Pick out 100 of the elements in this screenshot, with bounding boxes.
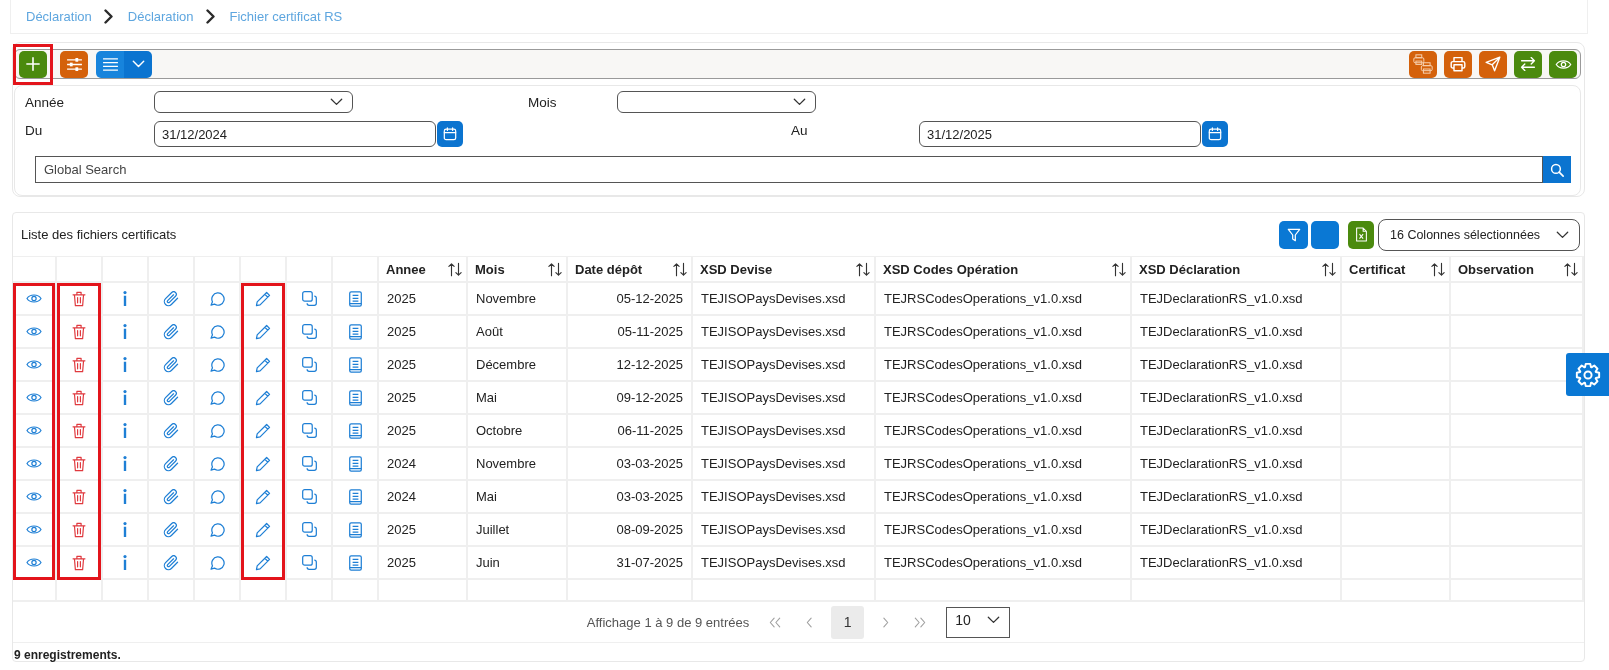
copy-icon[interactable]	[301, 555, 317, 570]
speech-bubble-icon[interactable]	[209, 423, 225, 438]
info-icon[interactable]	[123, 456, 127, 471]
speech-bubble-icon[interactable]	[209, 555, 225, 570]
sort-icon[interactable]	[673, 261, 687, 277]
pencil-icon[interactable]	[255, 356, 271, 373]
trash-icon[interactable]	[72, 488, 86, 505]
paperclip-icon[interactable]	[163, 422, 179, 439]
paperclip-icon[interactable]	[163, 290, 179, 307]
filter-button[interactable]	[1279, 220, 1308, 249]
eye-icon[interactable]	[26, 293, 42, 304]
sort-icon[interactable]	[448, 261, 462, 277]
date-input[interactable]: 31/12/2024	[154, 121, 436, 147]
copy-icon[interactable]	[301, 390, 317, 405]
sort-icon[interactable]	[1322, 261, 1336, 277]
speech-bubble-icon[interactable]	[209, 489, 225, 504]
document-icon[interactable]	[348, 356, 362, 373]
swap-button[interactable]	[1514, 50, 1542, 78]
column-header[interactable]: XSD Codes Opération	[883, 261, 1019, 277]
calendar-button[interactable]	[1202, 121, 1228, 147]
document-icon[interactable]	[348, 521, 362, 538]
pencil-icon[interactable]	[255, 323, 271, 340]
sort-icon[interactable]	[1564, 261, 1578, 277]
date-input[interactable]: 31/12/2025	[919, 121, 1201, 147]
column-header[interactable]: Certificat	[1349, 261, 1406, 277]
document-icon[interactable]	[348, 290, 362, 307]
eye-icon[interactable]	[26, 425, 42, 436]
search-field[interactable]: Global Search	[35, 156, 1543, 183]
trash-icon[interactable]	[72, 323, 86, 340]
speech-bubble-icon[interactable]	[209, 522, 225, 537]
copy-icon[interactable]	[301, 456, 317, 471]
info-icon[interactable]	[123, 555, 127, 570]
preview-button[interactable]	[1549, 50, 1577, 78]
sort-icon[interactable]	[548, 261, 562, 277]
speech-bubble-icon[interactable]	[209, 291, 225, 306]
year-select[interactable]	[154, 91, 353, 113]
document-icon[interactable]	[348, 389, 362, 406]
column-header[interactable]: Observation	[1458, 261, 1534, 277]
copy-icon[interactable]	[301, 324, 317, 339]
sort-icon[interactable]	[1112, 261, 1126, 277]
eye-icon[interactable]	[26, 491, 42, 502]
paperclip-icon[interactable]	[163, 521, 179, 538]
excel-button[interactable]	[1348, 220, 1374, 249]
info-icon[interactable]	[123, 291, 127, 306]
info-icon[interactable]	[123, 423, 127, 438]
column-header[interactable]: Annee	[386, 261, 426, 277]
column-header[interactable]: Date dépôt	[575, 261, 643, 277]
settings-button[interactable]	[1566, 353, 1609, 396]
add-button[interactable]	[19, 50, 47, 78]
sort-icon[interactable]	[1431, 261, 1445, 277]
print-button[interactable]	[1444, 50, 1472, 78]
send-button[interactable]	[1479, 50, 1507, 78]
pencil-icon[interactable]	[255, 290, 271, 307]
document-icon[interactable]	[348, 554, 362, 571]
pencil-icon[interactable]	[255, 554, 271, 571]
paperclip-icon[interactable]	[163, 554, 179, 571]
info-icon[interactable]	[123, 489, 127, 504]
column-select[interactable]: 16 Colonnes sélectionnées	[1378, 218, 1580, 251]
trash-icon[interactable]	[72, 290, 86, 307]
eye-icon[interactable]	[26, 557, 42, 568]
paperclip-icon[interactable]	[163, 389, 179, 406]
month-select[interactable]	[617, 91, 816, 113]
speech-bubble-icon[interactable]	[209, 456, 225, 471]
pencil-icon[interactable]	[255, 455, 271, 472]
info-icon[interactable]	[123, 390, 127, 405]
pencil-icon[interactable]	[255, 521, 271, 538]
document-icon[interactable]	[348, 323, 362, 340]
sort-icon[interactable]	[856, 261, 870, 277]
copy-icon[interactable]	[301, 423, 317, 438]
trash-icon[interactable]	[72, 521, 86, 538]
trash-icon[interactable]	[72, 389, 86, 406]
empty-button[interactable]	[1311, 220, 1339, 249]
pencil-icon[interactable]	[255, 389, 271, 406]
print-all-button[interactable]	[1409, 50, 1437, 78]
trash-icon[interactable]	[72, 455, 86, 472]
speech-bubble-icon[interactable]	[209, 390, 225, 405]
info-icon[interactable]	[123, 357, 127, 372]
copy-icon[interactable]	[301, 522, 317, 537]
copy-icon[interactable]	[301, 291, 317, 306]
page-size-select[interactable]: 10	[946, 606, 1011, 638]
info-icon[interactable]	[123, 324, 127, 339]
column-header[interactable]: XSD Devise	[700, 261, 773, 277]
copy-icon[interactable]	[301, 357, 317, 372]
pencil-icon[interactable]	[255, 422, 271, 439]
trash-icon[interactable]	[72, 422, 86, 439]
eye-icon[interactable]	[26, 326, 42, 337]
column-header[interactable]: XSD Déclaration	[1139, 261, 1241, 277]
eye-icon[interactable]	[26, 458, 42, 469]
column-header[interactable]: Mois	[475, 261, 505, 277]
paperclip-icon[interactable]	[163, 488, 179, 505]
document-icon[interactable]	[348, 455, 362, 472]
calendar-button[interactable]	[437, 121, 463, 147]
document-icon[interactable]	[348, 422, 362, 439]
search-button[interactable]	[1543, 156, 1571, 183]
dropdown-button[interactable]	[124, 50, 152, 78]
settings-button[interactable]	[60, 50, 88, 78]
copy-icon[interactable]	[301, 489, 317, 504]
list-button[interactable]	[96, 50, 124, 78]
page-button[interactable]: 1	[831, 605, 865, 639]
eye-icon[interactable]	[26, 359, 42, 370]
